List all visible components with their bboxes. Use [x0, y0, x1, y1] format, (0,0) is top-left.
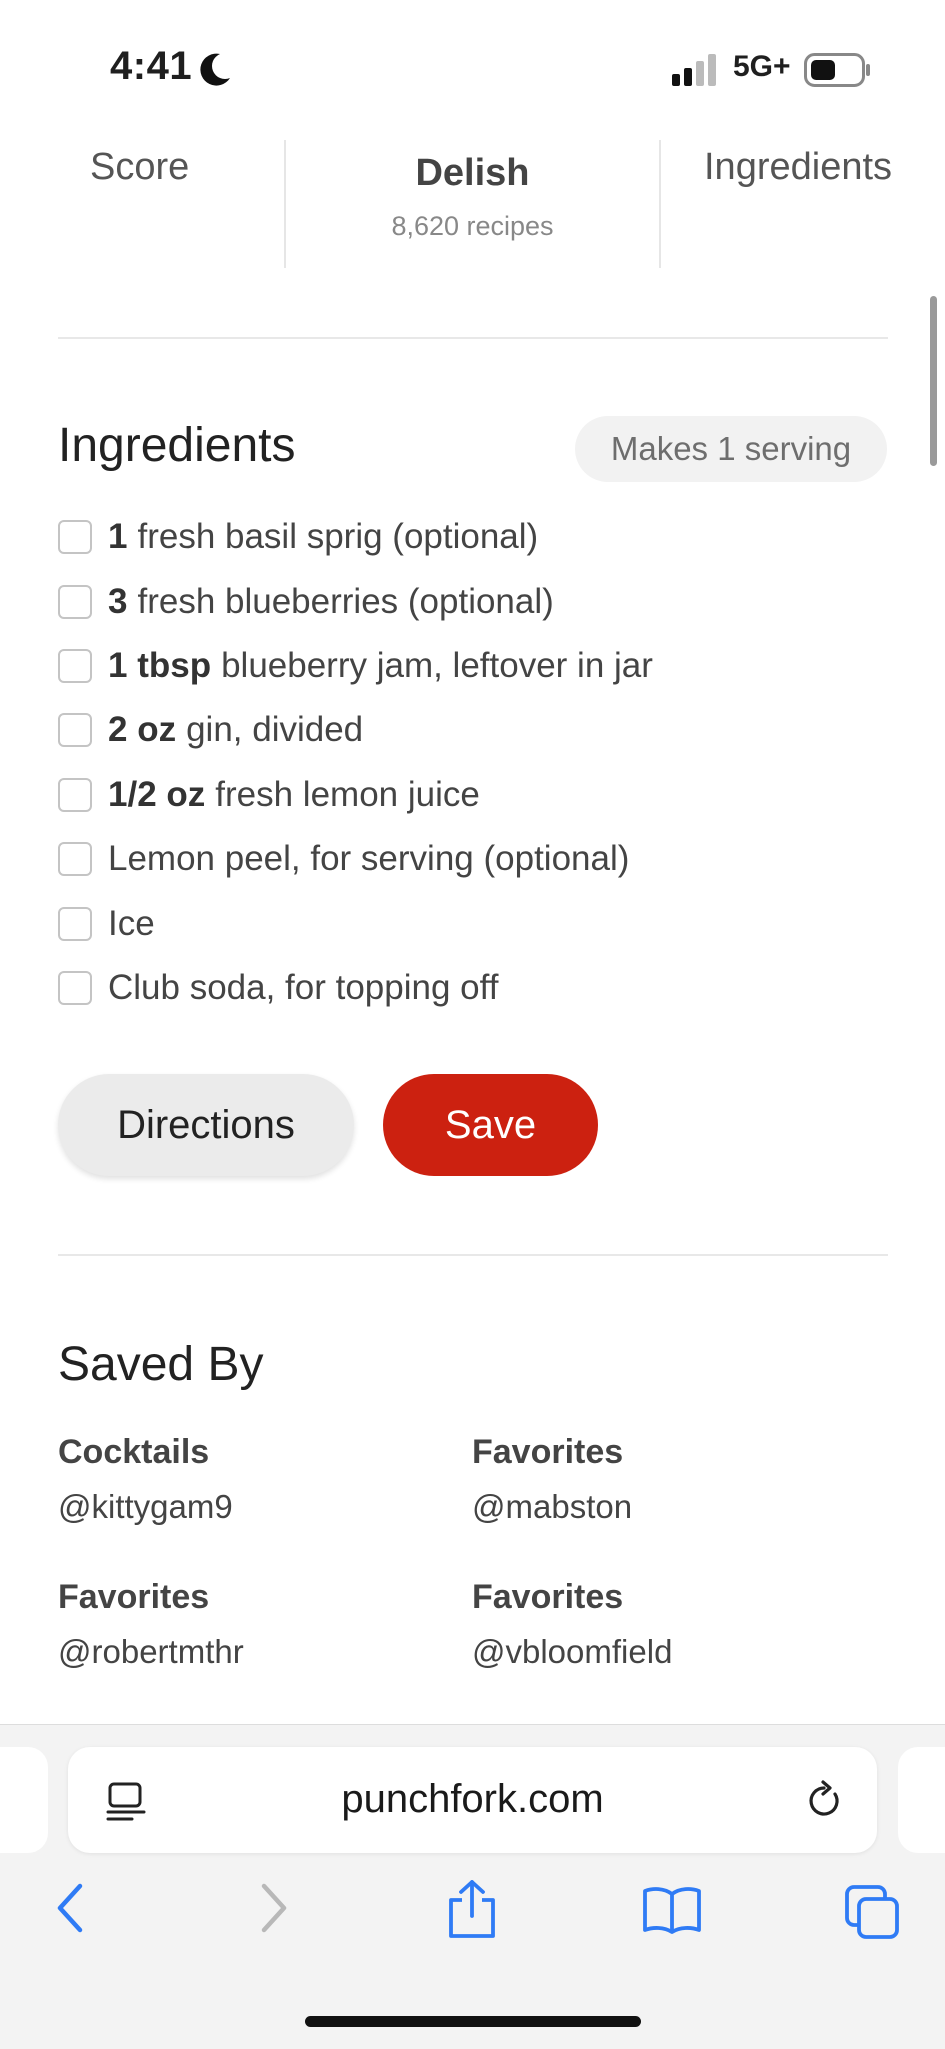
ingredient-checkbox[interactable]: [58, 777, 92, 812]
ingredient-text: fresh basil sprig (optional): [137, 517, 539, 557]
ingredient-item[interactable]: Club soda, for topping off: [58, 956, 908, 1020]
share-icon[interactable]: [445, 1878, 499, 1940]
directions-button[interactable]: Directions: [58, 1074, 354, 1176]
signal-icon: [672, 54, 716, 86]
ingredient-quantity: 2 oz: [108, 710, 177, 750]
ingredient-quantity: 1 tbsp: [108, 645, 212, 685]
score-label: Score: [90, 146, 190, 188]
ingredient-text: Lemon peel, for serving (optional): [108, 839, 630, 879]
ingredient-quantity: 1/2 oz: [108, 774, 206, 814]
saved-by-entry[interactable]: Cocktails @kittygam9: [58, 1433, 233, 1526]
ingredient-checkbox[interactable]: [58, 648, 92, 683]
source-recipe-count: 8,620 recipes: [391, 211, 554, 241]
status-time: 4:41: [110, 44, 193, 88]
network-type: 5G+: [733, 50, 791, 83]
ingredient-list: 1 fresh basil sprig (optional) 3 fresh b…: [58, 505, 908, 1020]
back-icon[interactable]: [52, 1880, 88, 1936]
collection-name[interactable]: Cocktails: [58, 1433, 233, 1472]
section-divider: [58, 1254, 888, 1256]
ingredient-item[interactable]: 3 fresh blueberries (optional): [58, 569, 908, 633]
ingredient-item[interactable]: Lemon peel, for serving (optional): [58, 827, 908, 891]
ingredient-checkbox[interactable]: [58, 842, 92, 877]
ingredient-item[interactable]: 2 oz gin, divided: [58, 698, 908, 762]
ingredients-count-label: Ingredients: [704, 146, 893, 188]
recipe-stats: Score Delish 8,620 recipes Ingredients: [0, 130, 945, 270]
ingredient-text: fresh blueberries (optional): [137, 581, 554, 621]
ingredient-item[interactable]: 1/2 oz fresh lemon juice: [58, 763, 908, 827]
section-divider: [58, 337, 888, 339]
ingredient-quantity: 1: [108, 517, 128, 557]
previous-tab-preview[interactable]: [0, 1747, 48, 1853]
saved-by-entry[interactable]: Favorites @mabston: [472, 1433, 632, 1526]
ingredient-checkbox[interactable]: [58, 584, 92, 619]
username-link[interactable]: @robertmthr: [58, 1633, 244, 1671]
username-link[interactable]: @kittygam9: [58, 1488, 233, 1526]
ingredient-checkbox[interactable]: [58, 713, 92, 748]
username-link[interactable]: @vbloomfield: [472, 1633, 672, 1671]
ingredient-checkbox[interactable]: [58, 520, 92, 555]
serving-size-badge[interactable]: Makes 1 serving: [575, 416, 887, 482]
username-link[interactable]: @mabston: [472, 1488, 632, 1526]
battery-icon: [804, 53, 870, 87]
ingredient-text: Club soda, for topping off: [108, 967, 499, 1007]
ingredient-text: fresh lemon juice: [215, 774, 480, 814]
saved-by-entry[interactable]: Favorites @robertmthr: [58, 1578, 244, 1671]
collection-name[interactable]: Favorites: [472, 1433, 632, 1472]
ingredient-item[interactable]: Ice: [58, 891, 908, 955]
forward-icon[interactable]: [256, 1880, 292, 1936]
source-stat[interactable]: Delish 8,620 recipes: [285, 152, 660, 242]
stats-divider: [659, 140, 661, 268]
ingredient-item[interactable]: 1 tbsp blueberry jam, leftover in jar: [58, 634, 908, 698]
ingredient-text: gin, divided: [186, 710, 364, 750]
ingredient-text: blueberry jam, leftover in jar: [221, 645, 653, 685]
moon-icon: [200, 53, 230, 86]
ingredient-text: Ice: [108, 903, 155, 943]
status-bar: 4:41 5G+: [0, 0, 945, 130]
ingredient-quantity: 3: [108, 581, 128, 621]
url-text[interactable]: punchfork.com: [68, 1777, 877, 1822]
collection-name[interactable]: Favorites: [472, 1578, 672, 1617]
ingredient-checkbox[interactable]: [58, 906, 92, 941]
source-name[interactable]: Delish: [285, 152, 660, 195]
next-tab-preview[interactable]: [898, 1747, 945, 1853]
save-button[interactable]: Save: [383, 1074, 598, 1176]
ingredient-item[interactable]: 1 fresh basil sprig (optional): [58, 505, 908, 569]
tabs-icon[interactable]: [844, 1884, 900, 1940]
collection-name[interactable]: Favorites: [58, 1578, 244, 1617]
bookmarks-icon[interactable]: [641, 1886, 703, 1934]
page-scrollbar[interactable]: [930, 296, 937, 466]
saved-by-entry[interactable]: Favorites @vbloomfield: [472, 1578, 672, 1671]
saved-by-title: Saved By: [58, 1338, 264, 1391]
home-indicator[interactable]: [305, 2016, 641, 2027]
reload-icon[interactable]: [804, 1779, 844, 1821]
ingredients-title: Ingredients: [58, 419, 296, 472]
address-bar[interactable]: punchfork.com: [68, 1747, 877, 1853]
ingredient-checkbox[interactable]: [58, 970, 92, 1005]
